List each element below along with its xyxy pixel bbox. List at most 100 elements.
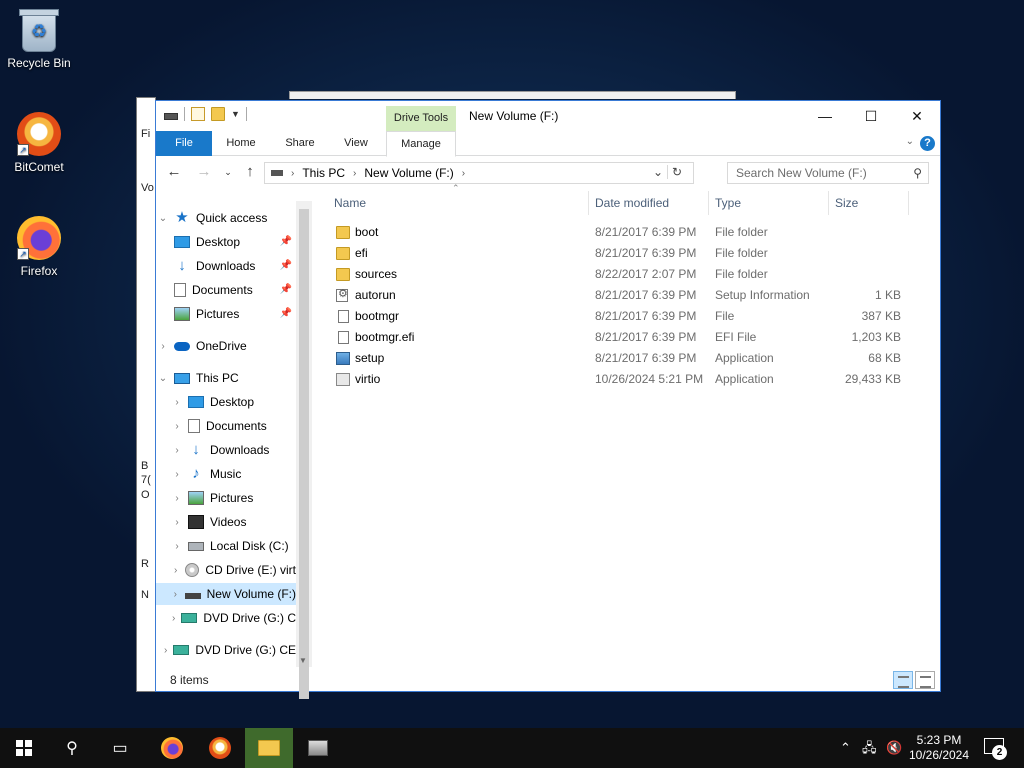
search-box[interactable]: Search New Volume (F:) ⚲ [727, 162, 929, 184]
column-type[interactable]: Type [715, 191, 741, 215]
column-name[interactable]: Name [334, 191, 366, 215]
nav-quick-documents[interactable]: Documents 📌 [156, 279, 296, 301]
tab-home[interactable]: Home [214, 131, 268, 156]
column-divider[interactable] [908, 191, 909, 215]
properties-icon[interactable] [191, 107, 205, 121]
file-row-efi[interactable]: efi 8/21/2017 6:39 PM File folder [326, 243, 896, 264]
file-row-bootmgr[interactable]: bootmgr 8/21/2017 6:39 PM File 387 KB [326, 306, 901, 327]
tab-file[interactable]: File [156, 131, 212, 156]
nav-quick-desktop[interactable]: Desktop 📌 [156, 231, 296, 253]
back-button[interactable]: ← [164, 163, 184, 181]
tab-view[interactable]: View [330, 131, 382, 156]
expand-chevron-icon[interactable]: › [170, 565, 181, 576]
nav-pc-desktop[interactable]: › Desktop [156, 391, 296, 413]
volume-icon [184, 593, 201, 599]
start-button[interactable] [0, 728, 48, 768]
address-dropdown-icon[interactable]: ⌄ [653, 165, 663, 179]
firefox-label: Firefox [20, 264, 58, 278]
expand-chevron-icon[interactable]: › [170, 397, 184, 408]
desktop-icon-recycle-bin[interactable]: Recycle Bin [1, 9, 77, 70]
expand-chevron-icon[interactable]: › [170, 541, 184, 552]
column-date-modified[interactable]: Date modified [595, 191, 669, 215]
customize-toolbar-icon[interactable]: ▼ [231, 109, 240, 119]
minimize-button[interactable]: — [802, 101, 848, 131]
task-view-button[interactable]: ▭ [96, 728, 144, 768]
dvd-drive-icon [173, 645, 190, 655]
file-row-boot[interactable]: boot 8/21/2017 6:39 PM File folder [326, 222, 896, 243]
address-bar[interactable]: › This PC › New Volume (F:) › ⌄ ↻ [264, 162, 694, 184]
nav-this-pc[interactable]: ⌄ This PC [156, 367, 296, 389]
shortcut-arrow-icon: ↗ [17, 248, 29, 260]
nav-pc-downloads[interactable]: › ↓ Downloads [156, 439, 296, 461]
title-bar[interactable]: ▼ Drive Tools New Volume (F:) — ☐ ✕ [156, 101, 940, 131]
nav-onedrive[interactable]: › OneDrive [156, 335, 296, 357]
scrollbar-thumb[interactable] [299, 209, 309, 699]
drive-tools-context-tab: Drive Tools [386, 106, 456, 131]
column-divider[interactable] [708, 191, 709, 215]
nav-new-volume-f[interactable]: › New Volume (F:) [156, 583, 296, 605]
file-row-virtio[interactable]: virtio 10/26/2024 5:21 PM Application 29… [326, 369, 901, 390]
nav-cd-drive-e[interactable]: › CD Drive (E:) virt [156, 559, 296, 581]
close-button[interactable]: ✕ [894, 101, 940, 131]
expand-chevron-icon[interactable]: › [170, 445, 184, 456]
navigation-scrollbar[interactable]: ▼ [296, 201, 312, 699]
expand-chevron-icon[interactable]: › [170, 517, 184, 528]
breadcrumb-this-pc[interactable]: This PC [302, 166, 345, 180]
nav-quick-access[interactable]: ⌄ ★ Quick access [156, 207, 296, 229]
nav-quick-downloads[interactable]: ↓ Downloads 📌 [156, 255, 296, 277]
expand-chevron-icon[interactable]: › [170, 613, 177, 624]
file-row-sources[interactable]: sources 8/22/2017 2:07 PM File folder [326, 264, 896, 285]
tab-manage[interactable]: Manage [386, 131, 456, 157]
taskbar-setup[interactable] [294, 728, 342, 768]
expand-chevron-icon[interactable]: › [170, 589, 181, 600]
maximize-button[interactable]: ☐ [848, 101, 894, 131]
file-row-setup[interactable]: setup 8/21/2017 6:39 PM Application 68 K… [326, 348, 901, 369]
nav-label: Pictures [196, 307, 240, 321]
recent-locations-button[interactable]: ⌄ [218, 163, 238, 181]
nav-dvd-drive-g-root[interactable]: › DVD Drive (G:) CE [156, 639, 296, 661]
file-icon [338, 310, 349, 323]
up-button[interactable]: ↑ [240, 163, 260, 181]
expand-chevron-icon[interactable]: › [170, 469, 184, 480]
nav-pc-videos[interactable]: › Videos [156, 511, 296, 533]
column-size[interactable]: Size [835, 191, 858, 215]
expand-chevron-icon[interactable]: › [170, 421, 184, 432]
refresh-icon[interactable]: ↻ [666, 165, 682, 179]
expand-chevron-icon[interactable]: › [162, 645, 169, 656]
column-divider[interactable] [828, 191, 829, 215]
network-icon[interactable]: 🖧 [862, 728, 877, 768]
expand-chevron-icon[interactable]: › [170, 493, 184, 504]
nav-pc-music[interactable]: › ♪ Music [156, 463, 296, 485]
expand-ribbon-icon[interactable]: ⌄ [906, 136, 914, 147]
nav-dvd-drive-g[interactable]: › DVD Drive (G:) C [156, 607, 296, 629]
help-icon[interactable]: ? [920, 136, 935, 151]
details-view-icon[interactable] [893, 671, 913, 689]
breadcrumb-new-volume[interactable]: New Volume (F:) [364, 166, 453, 180]
background-window[interactable]: Fi Vo B 7( O R N [136, 97, 156, 692]
taskbar-file-explorer[interactable] [245, 728, 293, 768]
collapse-chevron-icon[interactable]: ⌄ [156, 213, 170, 224]
file-row-autorun[interactable]: autorun 8/21/2017 6:39 PM Setup Informat… [326, 285, 901, 306]
nav-pc-documents[interactable]: › Documents [156, 415, 296, 437]
scroll-down-icon[interactable]: ▼ [299, 656, 307, 665]
nav-pc-pictures[interactable]: › Pictures [156, 487, 296, 509]
desktop-icon-firefox[interactable]: ↗ Firefox [1, 216, 77, 278]
clock[interactable]: 5:23 PM 10/26/2024 [903, 733, 975, 763]
column-divider[interactable] [588, 191, 589, 215]
search-button[interactable]: ⚲ [48, 728, 96, 768]
file-row-bootmgr-efi[interactable]: bootmgr.efi 8/21/2017 6:39 PM EFI File 1… [326, 327, 901, 348]
volume-muted-icon[interactable]: 🔇 [886, 728, 902, 768]
taskbar-bitcomet[interactable] [196, 728, 244, 768]
nav-local-disk-c[interactable]: › Local Disk (C:) [156, 535, 296, 557]
show-hidden-icons-icon[interactable]: ⌃ [840, 728, 851, 768]
new-folder-icon[interactable] [211, 107, 225, 121]
nav-quick-pictures[interactable]: Pictures 📌 [156, 303, 296, 325]
forward-button[interactable]: → [194, 163, 214, 181]
taskbar-firefox[interactable] [148, 728, 196, 768]
large-icons-view-icon[interactable] [915, 671, 935, 689]
file-type: File folder [715, 246, 768, 260]
tab-share[interactable]: Share [272, 131, 328, 156]
desktop-icon-bitcomet[interactable]: ↗ BitComet [1, 112, 77, 174]
collapse-chevron-icon[interactable]: ⌄ [156, 373, 170, 384]
expand-chevron-icon[interactable]: › [156, 341, 170, 352]
